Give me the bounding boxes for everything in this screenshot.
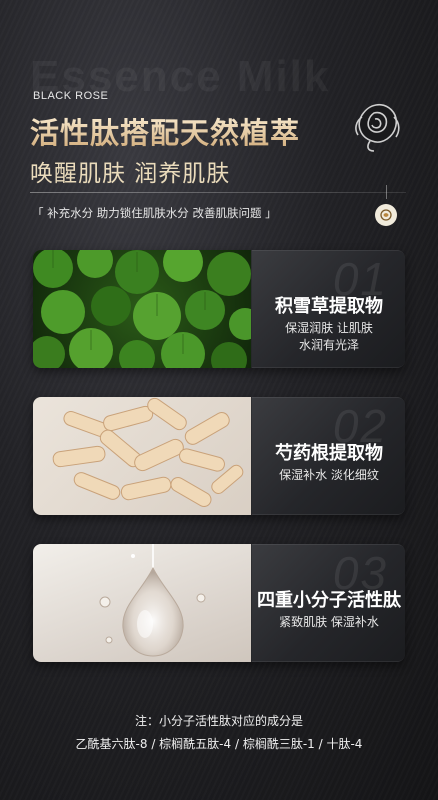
headline: 活性肽搭配天然植萃 — [30, 110, 300, 152]
tagline: 「 补充水分 助力锁住肌肤水分 改善肌肤问题 」 — [32, 206, 277, 220]
ingredient-number: 01 — [332, 253, 388, 305]
ingredient-title: 芍药根提取物 — [275, 443, 383, 464]
brand-name: BLACK ROSE — [33, 90, 109, 102]
ingredient-panel-2: 02 芍药根提取物 保湿补水 淡化细纹 — [251, 397, 405, 515]
ingredient-desc: 保湿补水 淡化细纹 — [252, 467, 405, 484]
divider-tick — [386, 185, 387, 199]
serum-droplet-image — [33, 544, 251, 662]
ingredient-number: 02 — [332, 400, 388, 452]
ingredient-number: 03 — [332, 547, 388, 599]
centella-leaves-image — [33, 250, 251, 368]
divider — [30, 192, 406, 193]
subheadline: 唤醒肌肤 润养肌肤 — [30, 161, 231, 187]
footnote-title: 注：小分子活性肽对应的成分是 — [134, 714, 303, 728]
peony-root-slices-image — [33, 397, 251, 515]
footnote-ingredients: 乙酰基六肽-8 / 棕榈酰五肽-4 / 棕榈酰三肽-1 / 十肽-4 — [75, 737, 363, 751]
ingredient-title: 积雪草提取物 — [275, 296, 383, 317]
ingredient-desc-line: 保湿补水 淡化细纹 — [279, 468, 379, 482]
ingredient-desc-line: 紧致肌肤 保湿补水 — [279, 615, 379, 629]
ingredient-panel-1: 01 积雪草提取物 保湿润肤 让肌肤 水润有光泽 — [251, 250, 405, 368]
ingredient-card-1: 01 积雪草提取物 保湿润肤 让肌肤 水润有光泽 — [33, 250, 405, 368]
ingredient-card-2: 02 芍药根提取物 保湿补水 淡化细纹 — [33, 397, 405, 515]
product-page: Essence Milk BLACK ROSE 活性肽搭配天然植萃 唤醒肌肤 润… — [0, 0, 438, 800]
ingredient-desc-line: 水润有光泽 — [298, 338, 359, 352]
ingredient-title: 四重小分子活性肽 — [257, 590, 401, 611]
rose-badge-icon — [375, 204, 397, 226]
ingredient-panel-3: 03 四重小分子活性肽 紧致肌肤 保湿补水 — [251, 544, 405, 662]
ingredient-card-3: 03 四重小分子活性肽 紧致肌肤 保湿补水 — [33, 544, 405, 662]
ingredient-desc-line: 保湿润肤 让肌肤 — [285, 321, 373, 335]
ingredient-desc: 保湿润肤 让肌肤 水润有光泽 — [252, 320, 405, 354]
rose-logo-icon — [355, 103, 400, 152]
ingredient-desc: 紧致肌肤 保湿补水 — [252, 614, 405, 631]
